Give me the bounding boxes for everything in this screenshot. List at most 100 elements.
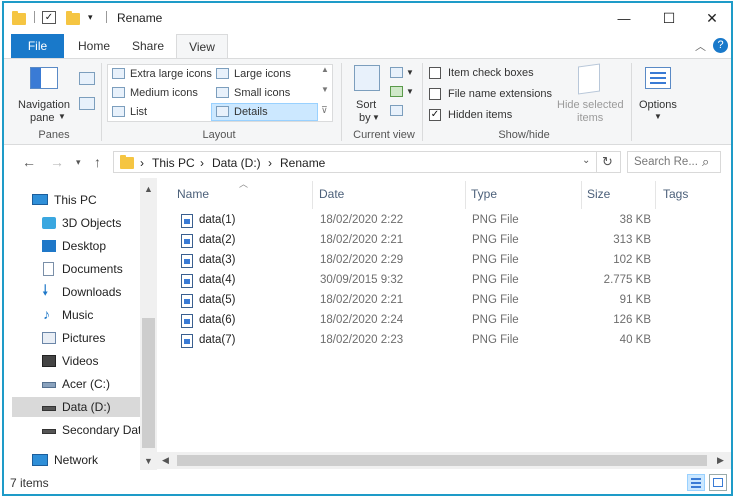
column-header-type[interactable]: Type xyxy=(471,187,497,201)
address-bar[interactable]: › This PC › Data (D:) › Rename ⌄ ↻ xyxy=(113,151,621,173)
column-separator[interactable] xyxy=(581,181,582,209)
options-label[interactable]: Options xyxy=(639,99,677,111)
item-check-boxes-label[interactable]: Item check boxes xyxy=(448,67,534,79)
music-icon: ♪ xyxy=(43,306,50,322)
tab-share[interactable]: Share xyxy=(124,34,172,58)
sort-ascending-icon: ︿ xyxy=(239,179,249,189)
scroll-left-icon[interactable]: ◀ xyxy=(162,455,169,466)
file-name: data(3) xyxy=(199,254,236,266)
column-separator[interactable] xyxy=(655,181,656,209)
tree-item-this-pc[interactable]: This PC xyxy=(32,190,138,210)
file-row[interactable]: data(5) 18/02/2020 2:21 PNG File 91 KB xyxy=(175,291,655,311)
breadcrumb-this-pc[interactable]: This PC xyxy=(152,156,195,170)
tree-item-videos[interactable]: Videos xyxy=(42,351,138,371)
file-row[interactable]: data(6) 18/02/2020 2:24 PNG File 126 KB xyxy=(175,311,655,331)
hidden-items-checkbox[interactable]: ✓ xyxy=(429,109,441,121)
properties-icon[interactable]: ✓ xyxy=(42,11,56,24)
add-columns-icon[interactable] xyxy=(390,86,403,97)
breadcrumb-data-d[interactable]: Data (D:) xyxy=(212,156,261,170)
options-icon[interactable] xyxy=(645,67,671,89)
scroll-up-icon[interactable]: ▲ xyxy=(144,184,153,194)
group-by-icon[interactable] xyxy=(390,67,403,78)
up-arrow-icon[interactable]: ↑ xyxy=(94,154,101,170)
tab-file[interactable]: File xyxy=(11,34,64,58)
maximize-button[interactable]: ☐ xyxy=(649,3,689,33)
tree-item-music[interactable]: ♪ Music xyxy=(42,305,138,325)
network-icon xyxy=(32,454,48,466)
column-header-date[interactable]: Date xyxy=(319,187,344,201)
item-check-boxes-checkbox[interactable] xyxy=(429,67,441,79)
breadcrumb-rename[interactable]: Rename xyxy=(280,156,325,170)
tree-item-documents[interactable]: Documents xyxy=(42,259,138,279)
sort-label[interactable]: Sort xyxy=(356,99,376,111)
large-icons-view-button[interactable] xyxy=(709,474,727,491)
help-icon[interactable]: ? xyxy=(713,38,728,53)
tree-item-network[interactable]: Network xyxy=(32,450,138,470)
gallery-up-icon[interactable]: ▲ xyxy=(321,65,329,74)
tree-item-desktop[interactable]: Desktop xyxy=(42,236,138,256)
layout-option-small-icons[interactable]: Small icons xyxy=(234,87,290,99)
search-box[interactable]: Search Re... ⌕ xyxy=(627,151,721,173)
file-name-extensions-checkbox[interactable] xyxy=(429,88,441,100)
address-history-chevron-icon[interactable]: ⌄ xyxy=(582,155,590,166)
file-list-horizontal-scrollbar[interactable]: ◀ ▶ xyxy=(157,452,731,469)
tree-item-acer-c[interactable]: Acer (C:) xyxy=(42,374,138,394)
file-row[interactable]: data(2) 18/02/2020 2:21 PNG File 313 KB xyxy=(175,231,655,251)
horizontal-scroll-thumb[interactable] xyxy=(177,455,707,466)
minimize-button[interactable]: — xyxy=(604,3,644,33)
layout-option-list[interactable]: List xyxy=(130,106,147,118)
navigation-pane-label[interactable]: Navigation xyxy=(18,99,70,111)
breadcrumb-separator[interactable]: › xyxy=(200,156,204,170)
file-row[interactable]: data(4) 30/09/2015 9:32 PNG File 2.775 K… xyxy=(175,271,655,291)
column-header-tags[interactable]: Tags xyxy=(663,187,688,201)
column-header-name[interactable]: Name xyxy=(177,187,209,201)
breadcrumb-separator[interactable]: › xyxy=(140,156,144,170)
collapse-ribbon-icon[interactable]: ︿ xyxy=(695,38,706,54)
layout-option-large-icons[interactable]: Large icons xyxy=(234,68,291,80)
navigation-pane-label-line2[interactable]: pane xyxy=(30,112,54,124)
layout-option-details[interactable]: Details xyxy=(234,106,268,118)
file-name-extensions-label[interactable]: File name extensions xyxy=(448,88,552,100)
tree-item-secondary-data[interactable]: Secondary Data xyxy=(42,420,140,440)
back-arrow-icon[interactable]: ← xyxy=(22,154,36,170)
file-date: 18/02/2020 2:22 xyxy=(320,214,404,226)
gallery-down-icon[interactable]: ▼ xyxy=(321,85,329,94)
column-header-size[interactable]: Size xyxy=(587,187,610,201)
details-view-button[interactable] xyxy=(687,474,705,491)
details-pane-icon[interactable] xyxy=(79,97,95,110)
recent-locations-icon[interactable]: ▾ xyxy=(76,157,81,168)
nav-pane-scrollbar[interactable]: ▲ ▼ xyxy=(140,178,157,470)
refresh-icon[interactable]: ↻ xyxy=(602,154,613,170)
layout-option-extra-large-icons[interactable]: Extra large icons xyxy=(130,68,212,80)
navigation-bar: ← → ▾ ↑ › This PC › Data (D:) › Rename ⌄… xyxy=(4,146,731,178)
scroll-right-icon[interactable]: ▶ xyxy=(717,455,724,466)
file-date: 18/02/2020 2:21 xyxy=(320,294,404,306)
nav-pane-scroll-thumb[interactable] xyxy=(142,318,155,448)
tree-item-data-d[interactable]: Data (D:) xyxy=(12,397,140,417)
column-separator[interactable] xyxy=(312,181,313,209)
tree-item-3d-objects[interactable]: 3D Objects xyxy=(42,213,138,233)
column-separator[interactable] xyxy=(465,181,466,209)
search-input[interactable]: Search Re... xyxy=(634,156,698,168)
preview-pane-icon[interactable] xyxy=(79,72,95,85)
tree-item-downloads[interactable]: 🠗 Downloads xyxy=(42,282,138,302)
sort-label-line2[interactable]: by xyxy=(359,112,371,124)
search-icon[interactable]: ⌕ xyxy=(702,154,709,170)
tab-view[interactable]: View xyxy=(176,34,228,59)
sort-by-icon[interactable] xyxy=(354,65,380,91)
layout-option-medium-icons[interactable]: Medium icons xyxy=(130,87,198,99)
file-row[interactable]: data(7) 18/02/2020 2:23 PNG File 40 KB xyxy=(175,331,655,351)
close-button[interactable]: ✕ xyxy=(692,3,731,33)
tab-home[interactable]: Home xyxy=(70,34,118,58)
breadcrumb-separator[interactable]: › xyxy=(268,156,272,170)
gallery-more-icon[interactable]: ⊽ xyxy=(321,105,328,116)
size-columns-icon[interactable] xyxy=(390,105,403,116)
navigation-pane-icon[interactable] xyxy=(30,67,58,89)
forward-arrow-icon[interactable]: → xyxy=(50,154,64,170)
scroll-down-icon[interactable]: ▼ xyxy=(144,456,153,466)
file-row[interactable]: data(3) 18/02/2020 2:29 PNG File 102 KB xyxy=(175,251,655,271)
hidden-items-label[interactable]: Hidden items xyxy=(448,109,512,121)
file-row[interactable]: data(1) 18/02/2020 2:22 PNG File 38 KB xyxy=(175,211,655,231)
tree-item-pictures[interactable]: Pictures xyxy=(42,328,138,348)
customize-toolbar-icon[interactable]: ▾ xyxy=(88,12,93,30)
